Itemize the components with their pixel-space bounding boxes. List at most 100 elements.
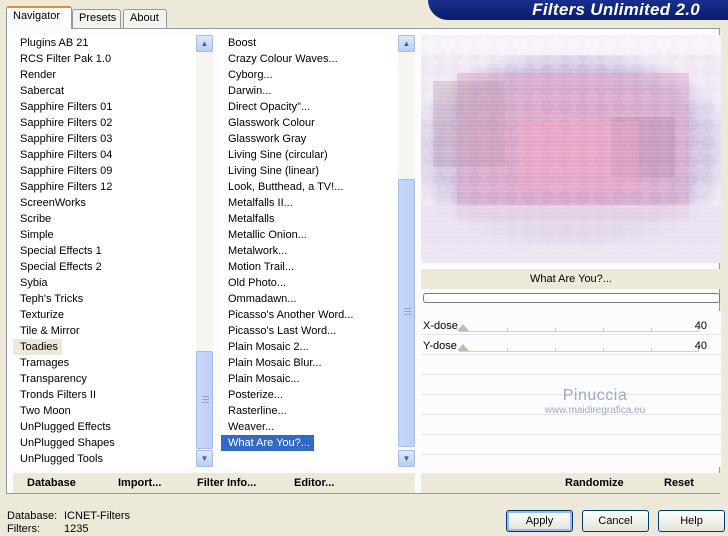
category-item[interactable]: ScreenWorks: [13, 195, 195, 211]
filter-item-label: Glasswork Gray: [228, 133, 307, 145]
category-item[interactable]: Sapphire Filters 12: [13, 179, 195, 195]
category-item[interactable]: Sapphire Filters 09: [13, 163, 195, 179]
tab-about[interactable]: About: [123, 9, 167, 28]
scroll-thumb[interactable]: [196, 351, 213, 449]
randomize-button[interactable]: Randomize: [565, 473, 624, 493]
category-item-label: UnPlugged Effects: [20, 421, 111, 433]
filter-item[interactable]: Cyborg...: [221, 67, 397, 83]
filter-item-label: Glasswork Colour: [228, 117, 315, 129]
filter-item[interactable]: Look, Butthead, a TV!...: [221, 179, 397, 195]
filter-item-label: Boost: [228, 37, 257, 49]
filter-item[interactable]: Ommadawn...: [221, 291, 397, 307]
param-slider-x-dose[interactable]: [457, 324, 699, 332]
category-item[interactable]: Tile & Mirror: [13, 323, 195, 339]
category-item[interactable]: Sapphire Filters 03: [13, 131, 195, 147]
category-item[interactable]: Scribe: [13, 211, 195, 227]
category-item[interactable]: UnPlugged Tools: [13, 451, 195, 467]
filter-item-label: What Are You?...: [221, 435, 314, 451]
filter-item[interactable]: Metallic Onion...: [221, 227, 397, 243]
status-area: Database: ICNET-Filters Filters: 1235: [7, 510, 130, 536]
filter-info-button[interactable]: Filter Info...: [197, 473, 256, 493]
category-item-label: UnPlugged Shapes: [20, 437, 115, 449]
category-item[interactable]: Sapphire Filters 04: [13, 147, 195, 163]
filter-item[interactable]: Plain Mosaic...: [221, 371, 397, 387]
category-item-label: Sapphire Filters 12: [20, 181, 113, 193]
help-button[interactable]: Help: [658, 510, 725, 532]
reset-button[interactable]: Reset: [664, 473, 694, 493]
category-item[interactable]: UnPlugged Effects: [13, 419, 195, 435]
scroll-up-button[interactable]: ▲: [196, 35, 213, 52]
database-button[interactable]: Database: [27, 473, 76, 493]
tab-presets[interactable]: Presets: [72, 9, 121, 28]
filter-item[interactable]: Rasterline...: [221, 403, 397, 419]
filter-item[interactable]: Direct Opacity"...: [221, 99, 397, 115]
filter-list: Boost Crazy Colour Waves... Cyborg... Darwi…: [221, 35, 397, 451]
filter-item[interactable]: Weaver...: [221, 419, 397, 435]
category-item[interactable]: Special Effects 2: [13, 259, 195, 275]
filter-item[interactable]: Glasswork Colour: [221, 115, 397, 131]
slider-thumb[interactable]: [457, 344, 469, 351]
category-item[interactable]: Plugins AB 21: [13, 35, 195, 51]
category-item[interactable]: Render: [13, 67, 195, 83]
import-button[interactable]: Import...: [118, 473, 161, 493]
filter-item[interactable]: Posterize...: [221, 387, 397, 403]
category-item[interactable]: Simple: [13, 227, 195, 243]
preview-artwork: [421, 35, 721, 263]
category-item[interactable]: Tronds Filters II: [13, 387, 195, 403]
param-slider-y-dose[interactable]: [457, 344, 699, 352]
category-item-label: Simple: [20, 229, 54, 241]
category-item[interactable]: Sapphire Filters 02: [13, 115, 195, 131]
category-listbox[interactable]: Plugins AB 21 RCS Filter Pak 1.0 Render Sab…: [13, 35, 213, 467]
category-item[interactable]: Texturize: [13, 307, 195, 323]
param-label: Y-dose: [423, 340, 457, 352]
filter-item[interactable]: Living Sine (circular): [221, 147, 397, 163]
filter-item[interactable]: Crazy Colour Waves...: [221, 51, 397, 67]
scroll-up-button[interactable]: ▲: [398, 35, 415, 52]
category-item[interactable]: RCS Filter Pak 1.0: [13, 51, 195, 67]
category-item[interactable]: UnPlugged Shapes: [13, 435, 195, 451]
apply-button[interactable]: Apply: [506, 510, 573, 532]
cancel-button[interactable]: Cancel: [582, 510, 649, 532]
filter-item-label: Metalwork...: [228, 245, 288, 257]
filter-item[interactable]: Boost: [221, 35, 397, 51]
filter-item[interactable]: Metalfalls: [221, 211, 397, 227]
category-scrollbar[interactable]: ▲ ▼: [196, 35, 213, 467]
filter-item[interactable]: Metalwork...: [221, 243, 397, 259]
filter-item[interactable]: Plain Mosaic Blur...: [221, 355, 397, 371]
filter-item[interactable]: Picasso's Another Word...: [221, 307, 397, 323]
category-item[interactable]: Teph's Tricks: [13, 291, 195, 307]
param-button-bar: Randomize Reset: [421, 473, 721, 493]
category-item[interactable]: Tramages: [13, 355, 195, 371]
category-item-label: Scribe: [20, 213, 52, 225]
filter-item[interactable]: Motion Trail...: [221, 259, 397, 275]
scroll-down-button[interactable]: ▼: [398, 450, 415, 467]
filter-item[interactable]: Old Photo...: [221, 275, 397, 291]
category-item[interactable]: Sapphire Filters 01: [13, 99, 195, 115]
category-list: Plugins AB 21 RCS Filter Pak 1.0 Render Sab…: [13, 35, 195, 467]
tab-navigator[interactable]: Navigator: [6, 6, 72, 29]
filter-item[interactable]: Darwin...: [221, 83, 397, 99]
category-item-label: Toadies: [13, 339, 62, 355]
category-item-label: UnPlugged Tools: [20, 453, 103, 465]
category-item[interactable]: Toadies: [13, 339, 195, 355]
category-item[interactable]: Sybia: [13, 275, 195, 291]
category-item[interactable]: Transparency: [13, 371, 195, 387]
filter-listbox[interactable]: Boost Crazy Colour Waves... Cyborg... Darwi…: [221, 35, 415, 467]
filter-item[interactable]: Plain Mosaic 2...: [221, 339, 397, 355]
scroll-down-button[interactable]: ▼: [196, 450, 213, 467]
category-item[interactable]: Two Moon: [13, 403, 195, 419]
category-item[interactable]: Special Effects 1: [13, 243, 195, 259]
filter-item-label: Plain Mosaic Blur...: [228, 357, 322, 369]
filter-item[interactable]: Picasso's Last Word...: [221, 323, 397, 339]
filter-item-label: Living Sine (circular): [228, 149, 328, 161]
filter-item[interactable]: Metalfalls II...: [221, 195, 397, 211]
filter-scrollbar[interactable]: ▲ ▼: [398, 35, 415, 467]
slider-thumb[interactable]: [457, 324, 469, 331]
category-item[interactable]: Sabercat: [13, 83, 195, 99]
filter-item[interactable]: What Are You?...: [221, 435, 397, 451]
filter-item[interactable]: Glasswork Gray: [221, 131, 397, 147]
filter-item[interactable]: Living Sine (linear): [221, 163, 397, 179]
filter-item-label: Living Sine (linear): [228, 165, 320, 177]
scroll-thumb[interactable]: [398, 179, 415, 447]
editor-button[interactable]: Editor...: [294, 473, 334, 493]
